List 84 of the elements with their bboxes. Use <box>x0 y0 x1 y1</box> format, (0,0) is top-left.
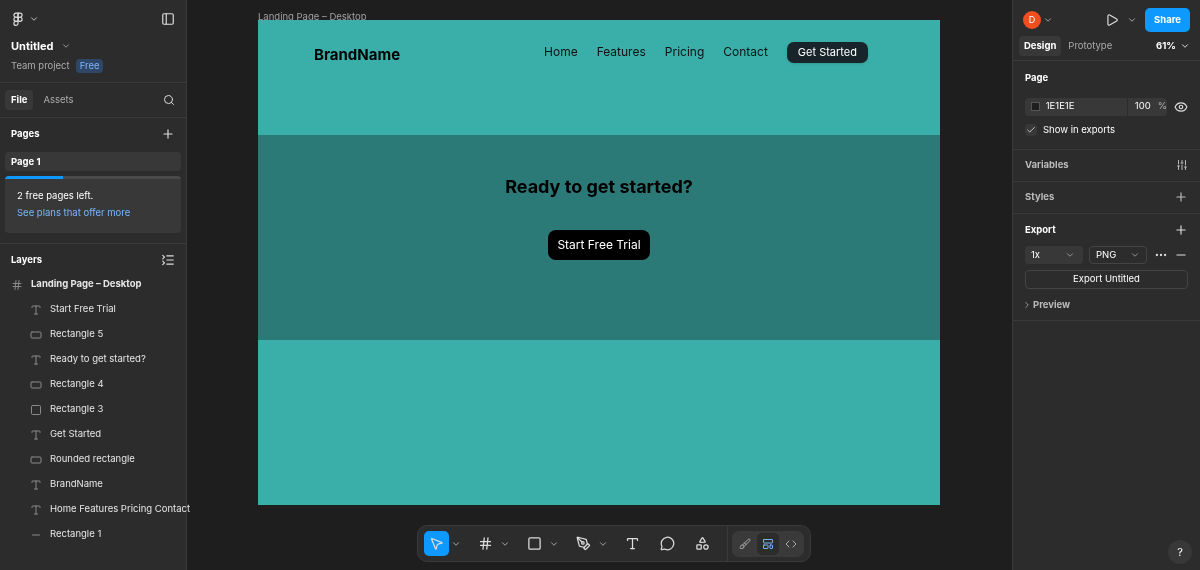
checkbox[interactable] <box>1025 123 1037 136</box>
start-trial-button: Start Free Trial <box>548 230 650 260</box>
comment-tool-icon <box>660 536 675 551</box>
panel-tab[interactable]: File <box>5 89 34 110</box>
layer-type-icon <box>30 328 42 341</box>
section-title: Layers <box>11 252 43 267</box>
nav-link: Contact <box>723 43 768 62</box>
layer-item[interactable]: Rectangle 5 <box>0 322 186 347</box>
draw-mode-icon <box>739 537 751 550</box>
user-avatar[interactable]: D <box>1023 11 1041 29</box>
file-name[interactable]: Untitled <box>11 38 54 55</box>
search-icon[interactable] <box>163 93 175 106</box>
logo-icon <box>11 12 25 26</box>
show-in-exports-checkbox[interactable]: Show in exports <box>1025 122 1188 137</box>
layer-item[interactable]: Landing Page – Desktop <box>0 272 186 297</box>
layer-type-icon <box>30 478 42 491</box>
add-icon[interactable] <box>161 127 175 142</box>
help-button[interactable]: ? <box>1168 540 1192 564</box>
nav-link: Features <box>596 43 646 62</box>
frame-tool-icon <box>478 536 493 551</box>
nav-link: Home <box>544 43 578 62</box>
layer-item[interactable]: Rectangle 3 <box>0 397 186 422</box>
layer-type-icon <box>30 378 42 391</box>
visibility-icon[interactable] <box>1174 99 1188 114</box>
layer-item[interactable]: Rectangle 1 <box>0 522 186 547</box>
project-name: Team project <box>11 58 70 73</box>
design-mode-button[interactable] <box>757 532 779 555</box>
layer-type-icon <box>30 428 42 441</box>
chevron-icon[interactable] <box>1043 15 1053 25</box>
section-title: Pages <box>11 127 40 141</box>
plans-link[interactable]: See plans that offer more <box>5 205 181 220</box>
layer-type-icon <box>30 503 42 516</box>
landing-page-frame[interactable]: BrandName Home Features Pricing Contact Get Started Ready to get started? Start Free Trial <box>258 20 940 505</box>
zoom-menu[interactable]: 61% <box>1156 39 1190 54</box>
panel-tab[interactable]: Design <box>1019 36 1062 57</box>
layer-type-icon <box>30 353 42 366</box>
layer-item[interactable]: Get Started <box>0 422 186 447</box>
section-title: Export <box>1025 222 1056 237</box>
layer-item[interactable]: Ready to get started? <box>0 347 186 372</box>
export-button[interactable]: Export Untitled <box>1025 270 1188 289</box>
section-title: Styles <box>1025 190 1055 205</box>
chevron-icon <box>1065 250 1075 260</box>
cta-heading: Ready to get started? <box>505 175 693 199</box>
move-tool-icon <box>429 536 444 551</box>
collapse-layers-icon[interactable] <box>161 252 175 267</box>
pen-tool-icon <box>576 536 591 551</box>
layer-type-icon <box>30 453 42 466</box>
notice-text: 2 free pages left. <box>16 189 95 204</box>
page-item[interactable]: Page 1 <box>5 152 181 172</box>
chevron-icon[interactable] <box>1127 15 1138 25</box>
layer-item[interactable]: Rectangle 4 <box>0 372 186 397</box>
add-icon[interactable] <box>1174 222 1188 237</box>
text-tool-icon <box>625 536 640 551</box>
layer-item[interactable]: Rounded rectangle <box>0 447 186 472</box>
format-select[interactable]: PNG <box>1089 246 1147 264</box>
chevron-icon <box>29 14 39 24</box>
brand-logo: BrandName <box>314 44 401 66</box>
color-swatch <box>1031 102 1040 111</box>
chevron-icon <box>1130 250 1140 260</box>
design-mode-icon <box>762 537 774 550</box>
main-menu-button[interactable] <box>11 12 39 26</box>
move-tool-button[interactable] <box>424 531 449 556</box>
plan-badge: Free <box>75 58 104 73</box>
preview-toggle[interactable]: Preview <box>1033 298 1071 313</box>
shape-tool-icon <box>527 536 542 551</box>
get-started-button: Get Started <box>786 42 868 63</box>
color-field[interactable]: 1E1E1E 100 % <box>1025 97 1167 116</box>
add-icon[interactable] <box>1174 190 1188 205</box>
layer-type-icon <box>30 303 42 316</box>
scale-select[interactable]: 1x <box>1025 246 1083 264</box>
section-title: Page <box>1025 71 1050 86</box>
layer-type-icon <box>11 278 23 291</box>
panel-tab[interactable]: Assets <box>37 89 80 110</box>
sliders-icon[interactable] <box>1176 159 1188 172</box>
layer-item[interactable]: Start Free Trial <box>0 297 186 322</box>
expand-icon[interactable] <box>1022 300 1032 311</box>
actions-tool-icon <box>695 536 710 551</box>
present-icon[interactable] <box>1105 13 1120 27</box>
nav-link: Pricing <box>664 43 705 62</box>
section-title: Variables <box>1025 158 1069 173</box>
panel-toggle-icon[interactable] <box>161 12 175 26</box>
layer-type-icon <box>30 403 42 416</box>
panel-tab[interactable]: Prototype <box>1063 36 1118 57</box>
layer-item[interactable]: BrandName <box>0 472 186 497</box>
